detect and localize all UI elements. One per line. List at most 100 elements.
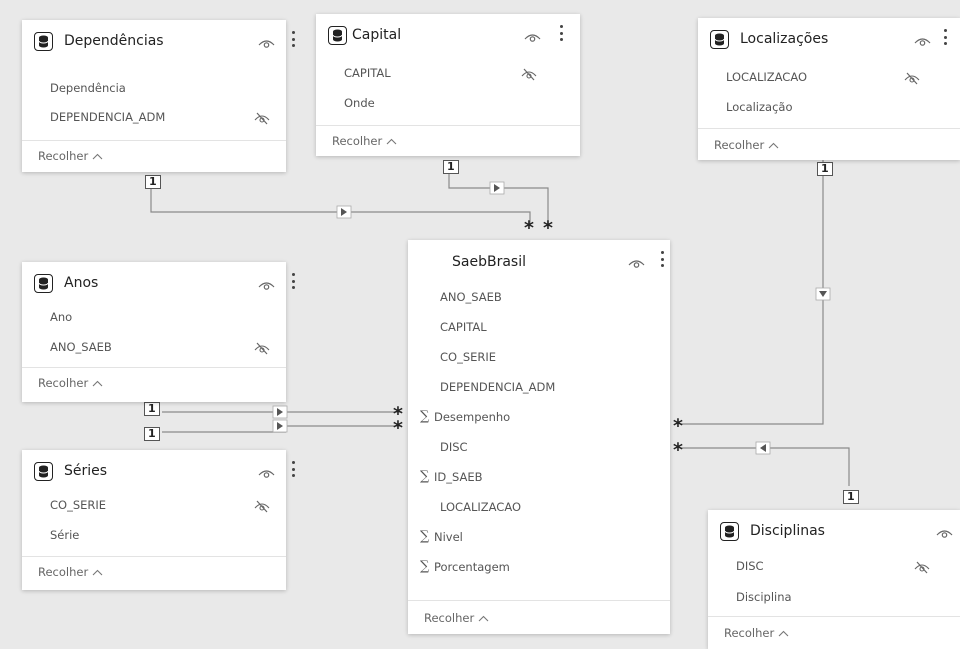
cardinality-one-label: 1: [145, 175, 161, 189]
table-header[interactable]: Anos: [22, 262, 295, 298]
table-card-dependencias[interactable]: Dependências Dependência DEPENDENCIA_ADM Re…: [22, 20, 295, 172]
eye-off-icon: [914, 559, 930, 574]
eye-icon[interactable]: [258, 277, 275, 290]
rel-dependencias[interactable]: [150, 176, 531, 226]
eye-off-icon: [904, 70, 920, 85]
field-name[interactable]: Porcentagem: [434, 560, 510, 574]
more-options-icon[interactable]: [291, 272, 296, 290]
eye-off-icon: [254, 498, 270, 513]
table-header[interactable]: Disciplinas: [708, 510, 960, 546]
field-name[interactable]: Dependência: [50, 81, 126, 95]
table-header[interactable]: Séries: [22, 450, 295, 486]
eye-icon[interactable]: [628, 255, 645, 268]
field-name[interactable]: LOCALIZACAO: [726, 70, 807, 84]
divider: [408, 600, 670, 601]
chevron-up-icon: [88, 149, 103, 163]
table-header[interactable]: Capital: [316, 14, 580, 50]
more-options-icon[interactable]: [291, 30, 296, 48]
triangle-arrow-icon: [272, 405, 288, 419]
rel-localizacoes[interactable]: [680, 160, 824, 425]
triangle-arrow-icon: [272, 419, 288, 433]
collapse-label: Recolher: [38, 376, 89, 390]
collapse-label: Recolher: [724, 626, 775, 640]
collapse-button[interactable]: Recolher: [424, 611, 489, 625]
sum-icon: ∑: [420, 409, 430, 424]
more-options-icon[interactable]: [559, 24, 564, 42]
collapse-button[interactable]: Recolher: [332, 134, 397, 148]
table-card-localizacoes[interactable]: Localizações LOCALIZACAO Localização Recolh…: [698, 18, 960, 160]
field-name[interactable]: ID_SAEB: [434, 470, 483, 484]
table-title: Localizações: [740, 31, 829, 47]
field-name[interactable]: DISC: [736, 559, 764, 573]
table-card-saebbrasil[interactable]: SaebBrasil ANO_SAEB CAPITAL CO_SERIE DEPENDE…: [408, 240, 670, 634]
field-name[interactable]: CO_SERIE: [50, 498, 106, 512]
divider: [22, 556, 286, 557]
field-name[interactable]: ANO_SAEB: [50, 340, 112, 354]
collapse-button[interactable]: Recolher: [38, 376, 103, 390]
more-options-icon[interactable]: [943, 28, 948, 46]
table-title: Anos: [64, 275, 99, 291]
table-card-anos[interactable]: Anos Ano ANO_SAEB Recolher: [22, 262, 295, 402]
collapse-label: Recolher: [38, 565, 89, 579]
table-card-disciplinas[interactable]: Disciplinas DISC Disciplina Recolher: [708, 510, 960, 649]
field-name[interactable]: Disciplina: [736, 590, 792, 604]
field-name[interactable]: DEPENDENCIA_ADM: [440, 380, 555, 394]
more-options-icon[interactable]: [660, 250, 665, 268]
table-title: Capital: [352, 27, 402, 43]
database-icon: [328, 26, 347, 45]
cardinality-one-label: 1: [144, 427, 160, 441]
divider: [22, 367, 286, 368]
eye-icon[interactable]: [524, 29, 541, 42]
model-canvas[interactable]: 1 1 1 1 1 1 * * * * * * Dependências Dependência DEPEN…: [0, 0, 960, 649]
eye-icon[interactable]: [936, 525, 953, 538]
field-name[interactable]: Desempenho: [434, 410, 510, 424]
table-title: SaebBrasil: [452, 254, 526, 270]
sum-icon: ∑: [420, 529, 430, 544]
field-name[interactable]: Onde: [344, 96, 375, 110]
table-title: Dependências: [64, 33, 164, 49]
triangle-arrow-icon: [336, 205, 352, 219]
eye-off-icon: [521, 66, 537, 81]
collapse-button[interactable]: Recolher: [38, 149, 103, 163]
cardinality-one-label: 1: [843, 490, 859, 504]
collapse-button[interactable]: Recolher: [38, 565, 103, 579]
table-header[interactable]: Dependências: [22, 20, 295, 56]
eye-icon[interactable]: [258, 465, 275, 478]
field-name[interactable]: CAPITAL: [344, 66, 391, 80]
database-icon: [710, 30, 729, 49]
chevron-up-icon: [774, 626, 789, 640]
more-options-icon[interactable]: [291, 460, 296, 478]
table-header[interactable]: SaebBrasil: [408, 240, 670, 276]
chevron-up-icon: [382, 134, 397, 148]
chevron-up-icon: [474, 611, 489, 625]
triangle-arrow-icon: [815, 287, 831, 301]
eye-icon[interactable]: [258, 35, 275, 48]
field-name[interactable]: ANO_SAEB: [440, 290, 502, 304]
field-name[interactable]: Localização: [726, 100, 793, 114]
sum-icon: ∑: [420, 469, 430, 484]
field-name[interactable]: DEPENDENCIA_ADM: [50, 110, 165, 124]
field-name[interactable]: DISC: [440, 440, 468, 454]
collapse-label: Recolher: [38, 149, 89, 163]
field-name[interactable]: CAPITAL: [440, 320, 487, 334]
field-name[interactable]: CO_SERIE: [440, 350, 496, 364]
cardinality-one-label: 1: [144, 402, 160, 416]
field-name[interactable]: Nivel: [434, 530, 463, 544]
field-name[interactable]: Ano: [50, 310, 72, 324]
cardinality-many-label: *: [673, 415, 683, 437]
collapse-button[interactable]: Recolher: [714, 138, 779, 152]
eye-icon[interactable]: [914, 33, 931, 46]
table-card-capital[interactable]: Capital CAPITAL Onde Recolher: [316, 14, 580, 156]
field-name[interactable]: Série: [50, 528, 79, 542]
chevron-up-icon: [88, 565, 103, 579]
table-header[interactable]: Localizações: [698, 18, 960, 54]
field-name[interactable]: LOCALIZACAO: [440, 500, 521, 514]
chevron-up-icon: [764, 138, 779, 152]
table-card-series[interactable]: Séries CO_SERIE Série Recolher: [22, 450, 295, 590]
cardinality-one-label: 1: [443, 160, 459, 174]
cardinality-many-label: *: [524, 217, 534, 239]
divider: [708, 616, 960, 617]
collapse-button[interactable]: Recolher: [724, 626, 789, 640]
table-title: Disciplinas: [750, 523, 825, 539]
database-icon: [34, 274, 53, 293]
